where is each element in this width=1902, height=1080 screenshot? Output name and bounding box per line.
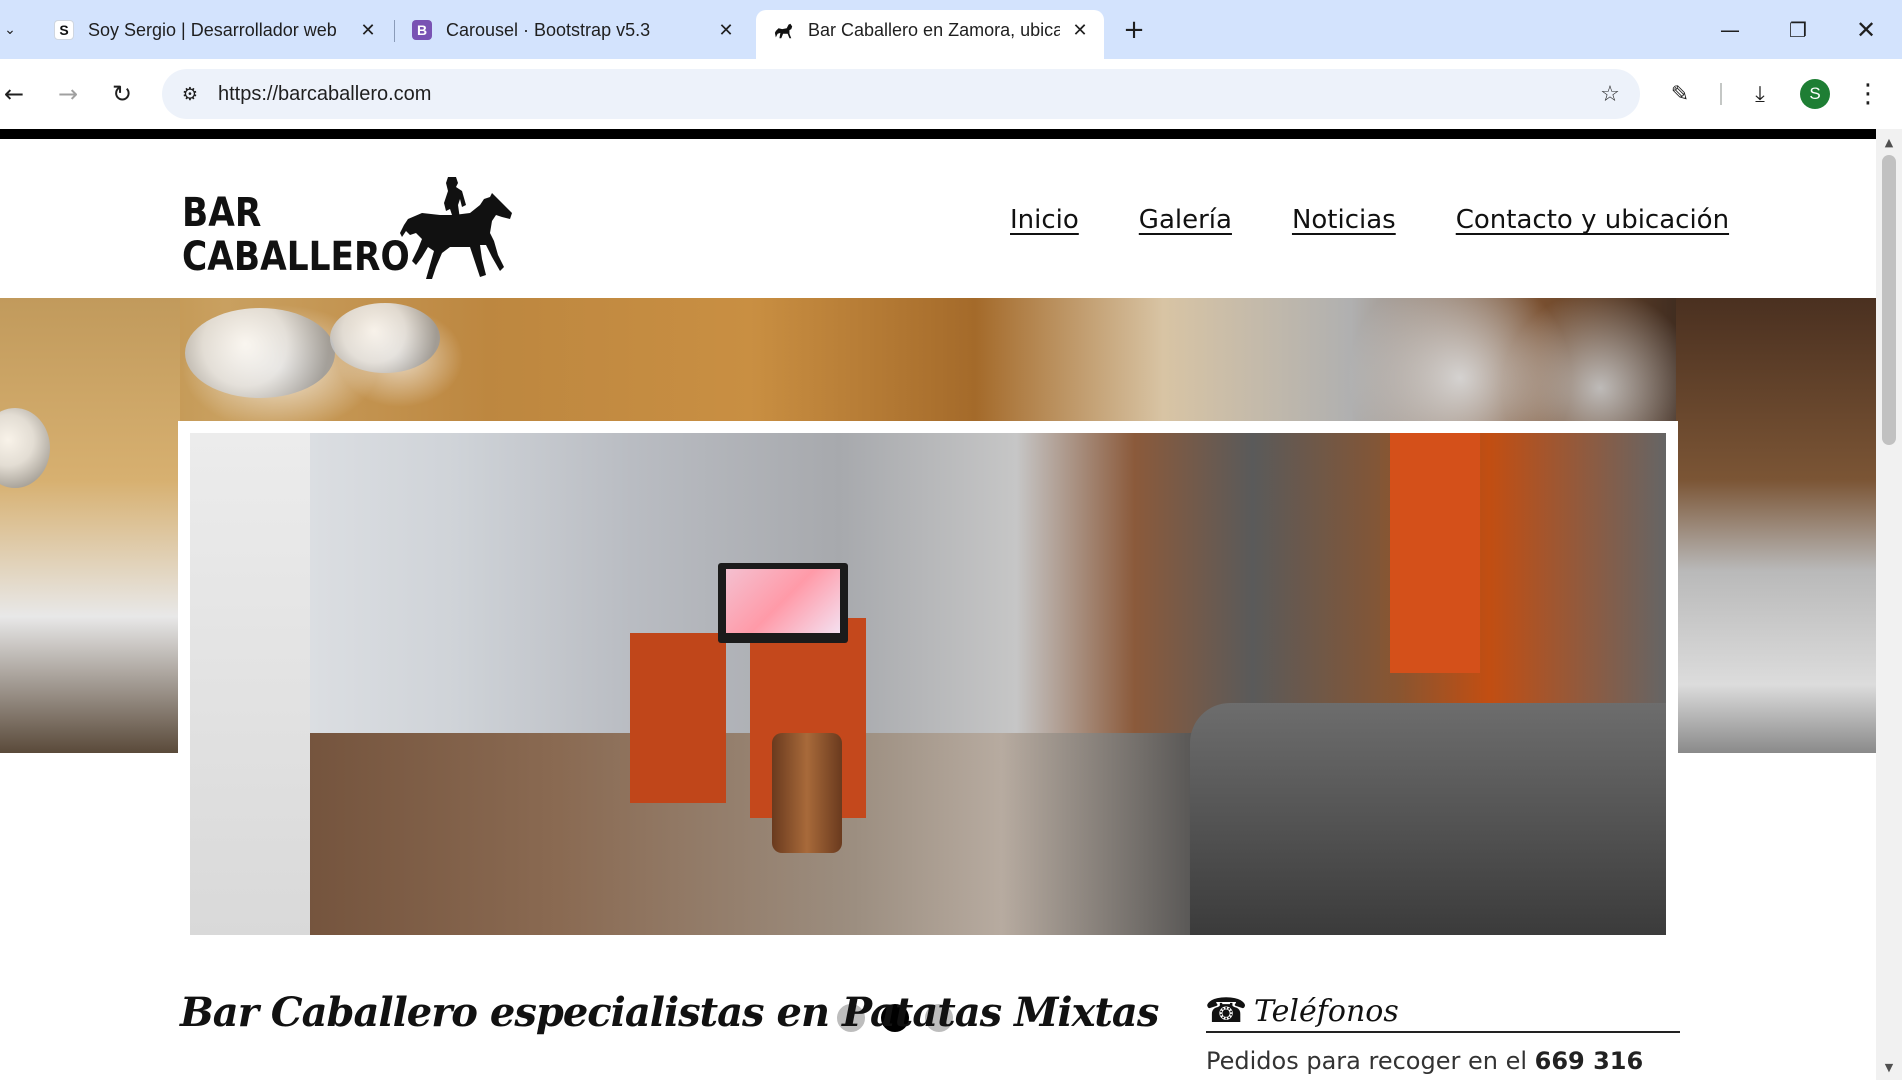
downloads-icon[interactable]: ⤓ [1742, 76, 1778, 112]
pickup-prefix: Pedidos para recoger en el [1206, 1047, 1535, 1075]
logo-line-caballero: CABALLERO [182, 234, 410, 280]
tab-soy-sergio[interactable]: S Soy Sergio | Desarrollador web ✕ [36, 10, 392, 50]
carousel-slide-image[interactable] [190, 433, 1666, 935]
address-bar[interactable]: ⚙ https://barcaballero.com ☆ [162, 69, 1640, 119]
page-title: Bar Caballero especialistas en Patatas M… [180, 989, 1159, 1036]
extensions-puzzle-icon[interactable]: ✎ [1662, 76, 1698, 112]
phones-title: Teléfonos [1254, 993, 1399, 1029]
tab-title: Bar Caballero en Zamora, ubicac [808, 20, 1060, 40]
scroll-up-arrow-icon[interactable]: ▲ [1876, 133, 1902, 151]
page-scrollbar[interactable]: ▲ ▼ [1876, 129, 1902, 1080]
nav-link-inicio[interactable]: Inicio [1010, 205, 1079, 235]
hero-bg-left [0, 298, 180, 753]
close-window-icon[interactable]: ✕ [1842, 10, 1890, 50]
close-tab-icon[interactable]: ✕ [714, 18, 738, 42]
nav-link-noticias[interactable]: Noticias [1292, 205, 1396, 235]
nav-link-galeria[interactable]: Galería [1139, 205, 1232, 235]
slide-barrel [772, 733, 842, 853]
slide-tv-screen [726, 569, 840, 633]
tab-bootstrap-carousel[interactable]: B Carousel · Bootstrap v5.3 ✕ [394, 10, 750, 50]
horse-rider-icon [400, 177, 512, 279]
page-viewport: BAR CABALLERO Inicio Galería Noticias Co… [0, 129, 1902, 1080]
tab-favicon: S [54, 20, 74, 40]
slide-orange-wall [1390, 433, 1480, 673]
back-arrow-icon[interactable]: ← [0, 76, 32, 112]
url-text[interactable]: https://barcaballero.com [218, 69, 431, 119]
minimize-icon[interactable]: — [1706, 10, 1754, 50]
nav-link-contacto[interactable]: Contacto y ubicación [1456, 205, 1729, 235]
scrollbar-thumb[interactable] [1882, 155, 1896, 445]
horse-favicon-icon [774, 21, 794, 41]
bootstrap-favicon-icon: B [412, 20, 432, 40]
tab-bar-caballero-active[interactable]: Bar Caballero en Zamora, ubicac ✕ [756, 10, 1104, 59]
pickup-phone-text: Pedidos para recoger en el 669 316 [1206, 1047, 1643, 1075]
browser-toolbar: ← → ↻ ⚙ https://barcaballero.com ☆ ✎ ⤓ S… [0, 59, 1902, 129]
pickup-phone-number[interactable]: 669 316 [1535, 1047, 1644, 1075]
close-tab-icon[interactable]: ✕ [356, 18, 380, 42]
restore-icon[interactable]: ❐ [1774, 10, 1822, 50]
bookmark-star-icon[interactable]: ☆ [1594, 78, 1626, 110]
reload-icon[interactable]: ↻ [104, 76, 140, 112]
scroll-down-arrow-icon[interactable]: ▼ [1876, 1058, 1902, 1076]
main-navigation: Inicio Galería Noticias Contacto y ubica… [1010, 205, 1729, 235]
site-info-tune-icon[interactable]: ⚙ [174, 78, 206, 110]
forward-arrow-icon[interactable]: → [50, 76, 86, 112]
slide-wall [190, 433, 310, 935]
profile-avatar[interactable]: S [1800, 79, 1830, 109]
lamp-decoration [330, 303, 440, 373]
tab-strip: ⌄ S Soy Sergio | Desarrollador web ✕ B C… [0, 0, 1902, 59]
new-tab-plus-icon[interactable]: + [1120, 15, 1148, 45]
menu-kebab-icon[interactable]: ⋮ [1850, 76, 1886, 112]
tab-title: Carousel · Bootstrap v5.3 [446, 19, 651, 40]
logo-line-bar: BAR [182, 190, 262, 236]
slide-door [630, 633, 726, 803]
toolbar-divider [1720, 83, 1722, 105]
tab-search-chevron-icon[interactable]: ⌄ [0, 16, 20, 44]
tab-title: Soy Sergio | Desarrollador web [88, 19, 337, 40]
close-tab-icon[interactable]: ✕ [1068, 19, 1092, 43]
hero-bg-right [1676, 298, 1876, 753]
site-logo[interactable]: BAR CABALLERO [182, 175, 512, 281]
telephone-icon: ☎ [1204, 991, 1248, 1031]
phones-heading: ☎ Teléfonos [1204, 991, 1680, 1033]
top-black-stripe [0, 129, 1876, 139]
slide-bar-counter [1190, 703, 1666, 935]
lamp-decoration [185, 308, 335, 398]
